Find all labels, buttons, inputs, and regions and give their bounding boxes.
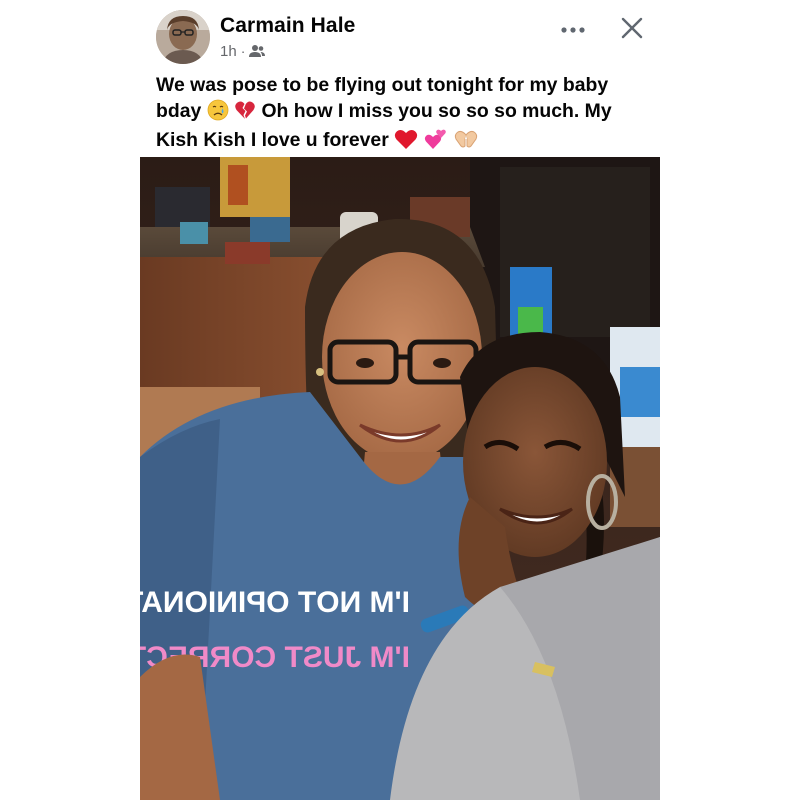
avatar[interactable] [156,10,210,64]
crying-face-emoji [207,99,229,129]
more-horizontal-icon [561,27,585,33]
friends-icon [249,44,266,58]
meta-separator: · [240,43,246,59]
post-caption: We was pose to be flying out tonight for… [156,73,646,158]
heart-hands-emoji [453,128,479,158]
close-icon [621,17,643,39]
post-photo[interactable]: I'M NOT OPINIONATED.. I'M JUST CORRECT. [140,157,660,800]
post-time[interactable]: 1h [220,43,237,60]
post-meta: 1h · [220,41,266,61]
post-header: Carmain Hale 1h · [156,10,656,66]
two-hearts-emoji [424,128,448,158]
shirt-text-line-1: I'M NOT OPINIONATED.. [140,586,410,619]
more-options-button[interactable] [553,16,593,44]
broken-heart-emoji [234,99,256,129]
close-button[interactable] [616,12,648,44]
author-name[interactable]: Carmain Hale [220,14,355,38]
red-heart-emoji [394,128,418,158]
